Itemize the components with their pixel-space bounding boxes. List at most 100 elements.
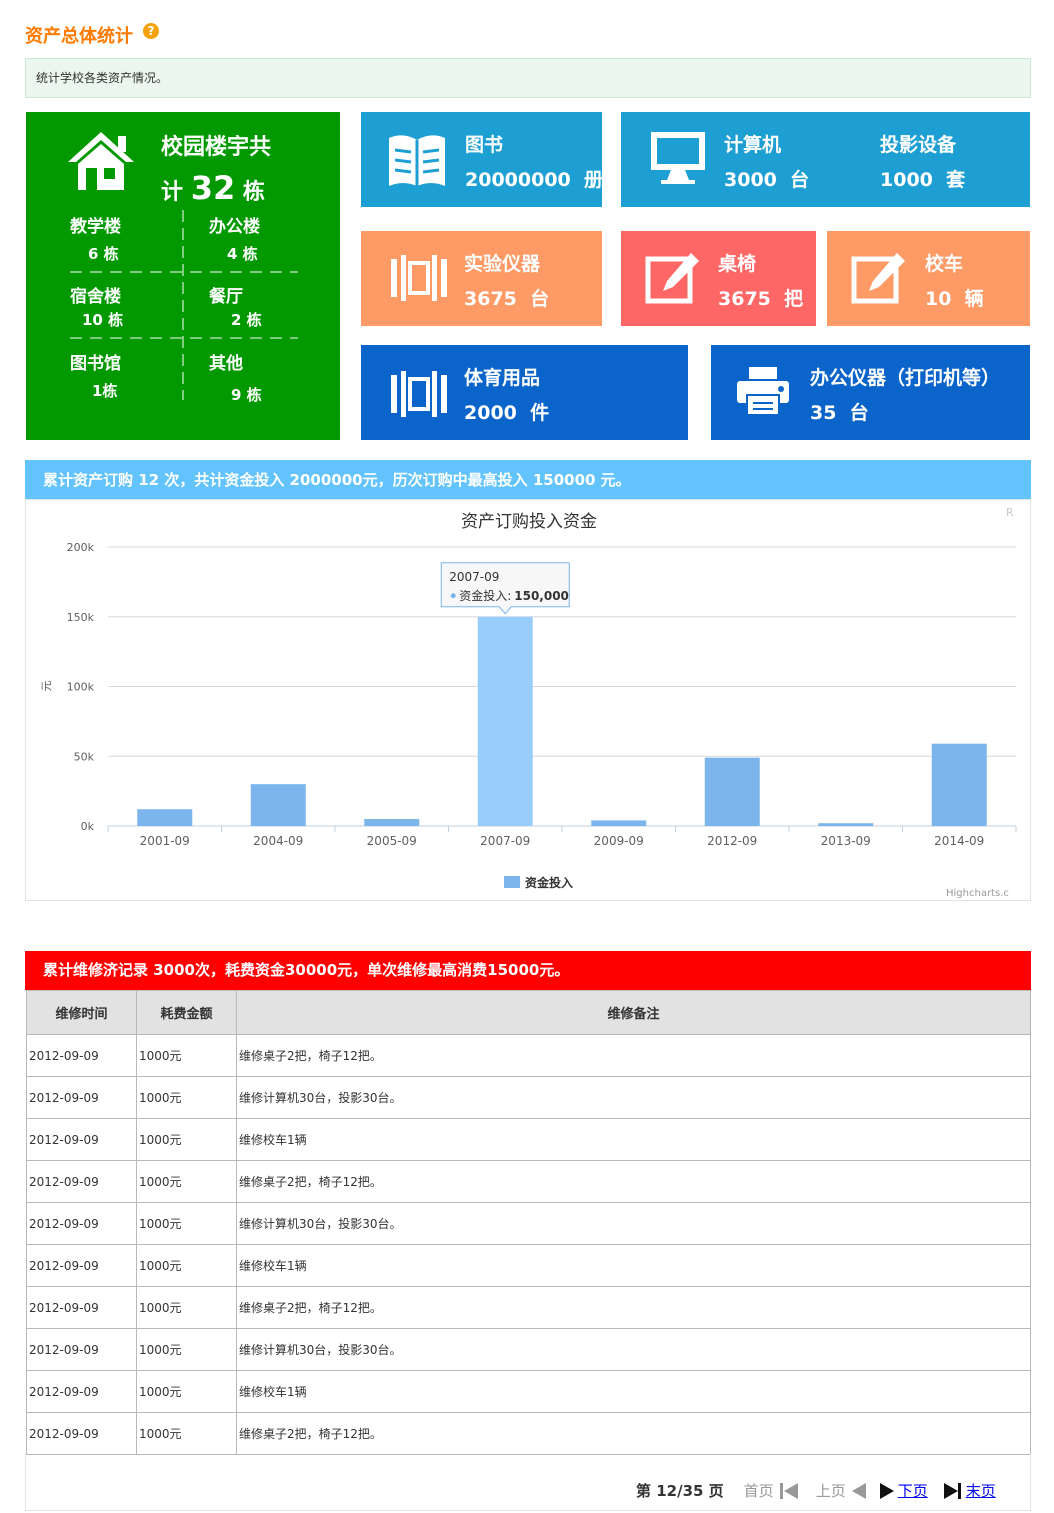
computers-value: 3000 台 (724, 169, 810, 191)
table-row: 2012-09-09 1000元 维修计算机30台，投影30台。 (26, 1328, 1031, 1371)
first-page-icon[interactable] (778, 1482, 800, 1500)
cell-amount: 1000元 (136, 1370, 237, 1413)
next-page-icon[interactable] (878, 1482, 896, 1500)
chart-title: 资产订购投入资金 (461, 512, 597, 532)
pagination: 第 12/35 页 首页 上页 下页 末页 (636, 1480, 996, 1501)
chart-credit-top: R (1006, 506, 1014, 519)
lab-tile: 实验仪器 3675 台 (361, 231, 602, 326)
x-tick-label: 2014-09 (934, 834, 984, 848)
cell-amount: 1000元 (136, 1118, 237, 1161)
bar (931, 743, 987, 826)
y-tick-label: 200k (67, 541, 95, 554)
chart-credit-bottom: Highcharts.c (946, 888, 1009, 899)
cell-amount: 1000元 (136, 1034, 237, 1077)
cell-note: 维修计算机30台，投影30台。 (236, 1328, 1031, 1371)
description-bar: 统计学校各类资产情况。 (25, 58, 1031, 98)
cell-time: 2012-09-09 (26, 1034, 137, 1077)
cell-time: 2012-09-09 (26, 1412, 137, 1455)
cell-note: 维修桌子2把，椅子12把。 (236, 1412, 1031, 1455)
column-header-amount: 耗费金额 (136, 990, 237, 1035)
table-row: 2012-09-09 1000元 维修桌子2把，椅子12把。 (26, 1160, 1031, 1203)
office-name: 办公仪器（打印机等） (810, 367, 1001, 389)
y-tick-label: 0k (81, 820, 95, 833)
last-page-icon[interactable] (942, 1482, 964, 1500)
edit-icon (645, 253, 699, 304)
table-row: 2012-09-09 1000元 维修计算机30台，投影30台。 (26, 1202, 1031, 1245)
tooltip-category: 2007-09 (449, 570, 499, 584)
edit-icon (851, 253, 905, 304)
tooltip-series: 资金投入: (459, 588, 511, 603)
cell-note: 维修计算机30台，投影30台。 (236, 1202, 1031, 1245)
cell-note: 维修桌子2把，椅子12把。 (236, 1034, 1031, 1077)
next-page-button[interactable]: 下页 (898, 1480, 928, 1501)
books-tile: 图书 20000000 册 (361, 112, 603, 207)
bar (591, 820, 647, 826)
prev-page-button[interactable]: 上页 (816, 1480, 846, 1501)
cell-time: 2012-09-09 (26, 1328, 137, 1371)
bar (364, 819, 420, 826)
cell-note: 维修校车1辆 (236, 1370, 1031, 1413)
table-row: 2012-09-09 1000元 维修校车1辆 (26, 1244, 1031, 1287)
desks-tile: 桌椅 3675 把 (621, 231, 816, 326)
investment-chart: 资产订购投入资金 R 0k 50k 100k 150k 200k 元 2001-09 2004-0… (40, 506, 1017, 899)
table-row: 2012-09-09 1000元 维修计算机30台，投影30台。 (26, 1076, 1031, 1119)
bar (818, 823, 874, 826)
cell-time: 2012-09-09 (26, 1244, 137, 1287)
cell-time: 2012-09-09 (26, 1286, 137, 1329)
maintenance-summary-bar: 累计维修济记录 3000次，耗费资金30000元，单次维修最高消费15000元。 (25, 951, 1031, 990)
y-tick-label: 150k (67, 611, 95, 624)
chart-container: 资产订购投入资金 R 0k 50k 100k 150k 200k 元 2001-09 2004-0… (25, 499, 1031, 901)
last-page-button[interactable]: 末页 (966, 1480, 996, 1501)
building-library: 图书馆 1栋 (70, 354, 121, 400)
cell-amount: 1000元 (136, 1244, 237, 1287)
y-tick-label: 50k (74, 750, 95, 763)
cell-time: 2012-09-09 (26, 1118, 137, 1161)
legend-swatch (504, 876, 520, 888)
cell-note: 维修计算机30台，投影30台。 (236, 1076, 1031, 1119)
table-row: 2012-09-09 1000元 维修桌子2把，椅子12把。 (26, 1412, 1031, 1455)
cell-note: 维修校车1辆 (236, 1244, 1031, 1287)
desks-value: 3675 把 (718, 288, 804, 310)
x-tick-label: 2007-09 (480, 834, 530, 848)
x-tick-label: 2009-09 (594, 834, 644, 848)
instrument-icon (391, 371, 447, 417)
building-other: 其他 9 栋 (209, 354, 262, 404)
cell-amount: 1000元 (136, 1286, 237, 1329)
bar (477, 616, 533, 826)
prev-page-icon[interactable] (850, 1482, 868, 1500)
tooltip-value: 150,000 (514, 589, 569, 603)
cell-amount: 1000元 (136, 1412, 237, 1455)
books-name: 图书 (465, 134, 504, 156)
projectors-value: 1000 套 (880, 169, 966, 191)
cell-note: 维修桌子2把，椅子12把。 (236, 1286, 1031, 1329)
cell-note: 维修桌子2把，椅子12把。 (236, 1160, 1031, 1203)
y-axis-label: 元 (40, 681, 53, 692)
y-tick-label: 100k (67, 681, 95, 694)
cell-time: 2012-09-09 (26, 1076, 137, 1119)
sports-tile: 体育用品 2000 件 (361, 345, 688, 440)
desks-name: 桌椅 (718, 253, 757, 275)
page-indicator: 第 12/35 页 (636, 1482, 724, 1500)
table-row: 2012-09-09 1000元 维修桌子2把，椅子12把。 (26, 1286, 1031, 1329)
building-teaching: 教学楼 6 栋 (70, 217, 121, 263)
book-icon (389, 135, 445, 186)
office-tile: 办公仪器（打印机等） 35 台 (711, 345, 1030, 440)
buildings-tile: 校园楼宇共 计 32 栋 教学楼 6 栋 办公楼 4 栋 宿舍楼 10 栋 餐厅… (26, 112, 340, 440)
sports-name: 体育用品 (464, 367, 541, 389)
help-icon[interactable]: ? (143, 23, 159, 39)
instrument-icon (391, 255, 447, 301)
monitor-icon (651, 132, 705, 184)
x-tick-label: 2004-09 (253, 834, 303, 848)
cell-time: 2012-09-09 (26, 1202, 137, 1245)
first-page-button[interactable]: 首页 (744, 1480, 774, 1501)
bar (137, 809, 193, 826)
cell-amount: 1000元 (136, 1160, 237, 1203)
cell-time: 2012-09-09 (26, 1370, 137, 1413)
cell-note: 维修校车1辆 (236, 1118, 1031, 1161)
bus-tile: 校车 10 辆 (827, 231, 1030, 326)
bus-value: 10 辆 (925, 288, 984, 310)
computers-tile: 计算机 3000 台 投影设备 1000 套 (621, 112, 1030, 207)
books-value: 20000000 册 (465, 169, 603, 191)
cell-amount: 1000元 (136, 1328, 237, 1371)
table-row: 2012-09-09 1000元 维修桌子2把，椅子12把。 (26, 1034, 1031, 1077)
